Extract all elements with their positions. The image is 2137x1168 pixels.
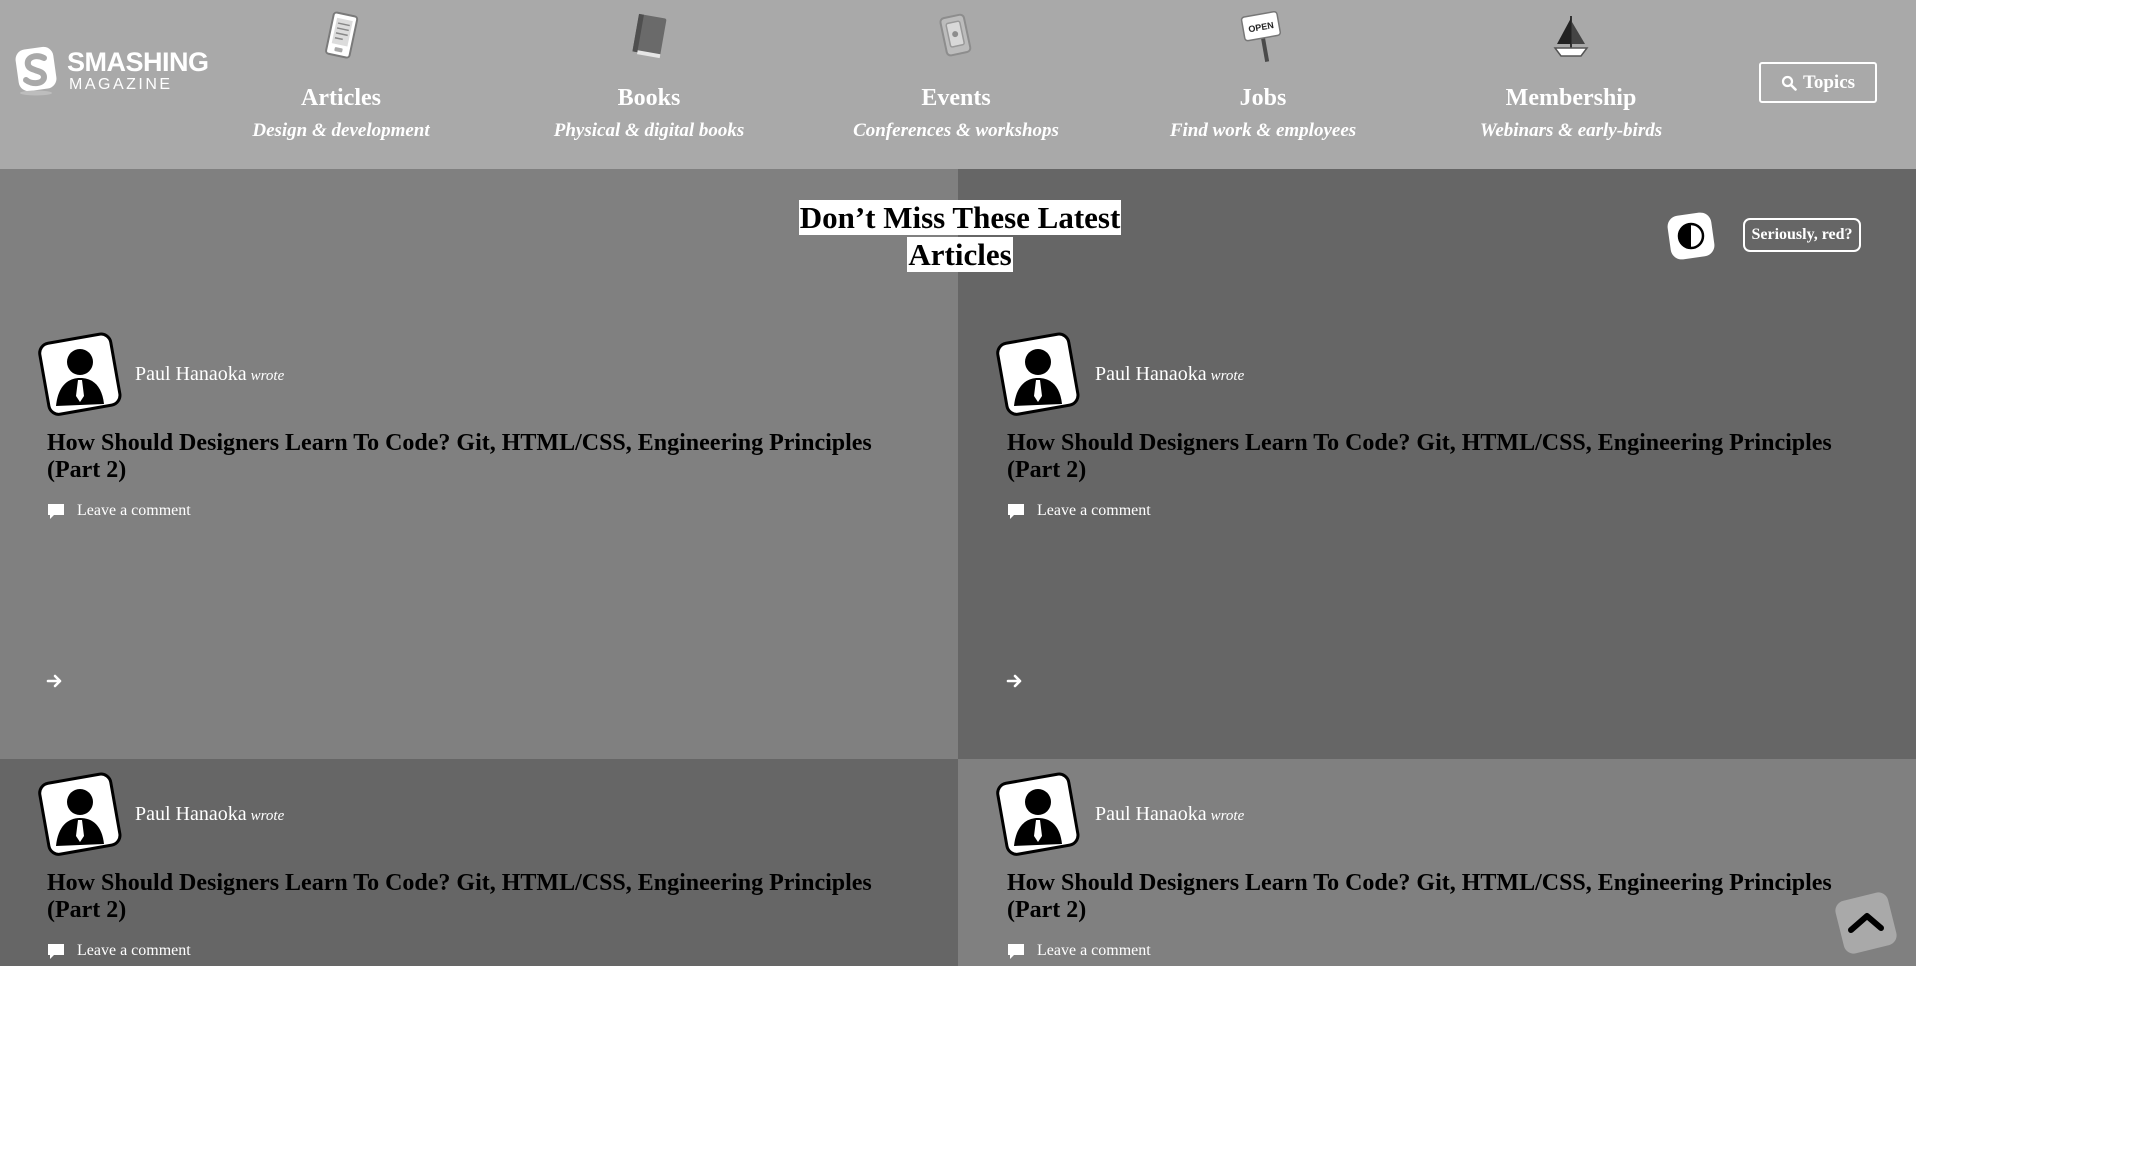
boat-icon	[1553, 16, 1589, 57]
nav-title: Jobs	[1239, 85, 1287, 111]
nav-title: Membership	[1505, 85, 1637, 111]
author-avatar-icon[interactable]	[38, 772, 124, 858]
ticket-icon	[939, 13, 972, 57]
author-avatar-icon[interactable]	[996, 772, 1082, 858]
author-name[interactable]: Paul Hanaoka	[1095, 803, 1207, 825]
comment-link[interactable]: Leave a comment	[47, 942, 191, 960]
author-line: Paul Hanaoka wrote	[1095, 804, 1244, 824]
comment-icon	[1008, 504, 1024, 519]
section-title-line-2: Articles	[907, 237, 1013, 272]
article-title[interactable]: How Should Designers Learn To Code? Git,…	[1007, 870, 1877, 924]
contrast-icon[interactable]	[1665, 210, 1717, 262]
comment-label: Leave a comment	[77, 502, 191, 519]
site-header: SMASHING MAGAZINE Articles Design & deve…	[0, 0, 1916, 169]
article-title[interactable]: How Should Designers Learn To Code? Git,…	[1007, 430, 1877, 484]
author-line: Paul Hanaoka wrote	[135, 804, 284, 824]
article-card: Paul Hanaoka wrote How Should Designers L…	[0, 319, 958, 759]
article-title[interactable]: How Should Designers Learn To Code? Git,…	[47, 870, 917, 924]
book-icon	[632, 13, 667, 59]
nav-item-jobs[interactable]: OPEN Jobs Find work & employees	[1113, 10, 1413, 150]
nav-subtitle: Design & development	[252, 120, 430, 141]
smashing-logo-icon	[15, 46, 57, 96]
nav-item-books[interactable]: Books Physical & digital books	[499, 10, 799, 150]
nav-subtitle: Webinars & early-birds	[1479, 120, 1663, 141]
nav-item-articles[interactable]: Articles Design & development	[191, 10, 491, 150]
nav-subtitle: Conferences & workshops	[853, 120, 1059, 141]
logo-wordmark: SMASHING	[67, 47, 209, 77]
ereader-icon	[325, 11, 359, 59]
section-title: Don’t Miss These Latest Articles	[758, 199, 1162, 273]
wrote-label: wrote	[250, 368, 285, 384]
comment-link[interactable]: Leave a comment	[47, 502, 191, 520]
arrow-right-icon[interactable]	[46, 672, 64, 690]
comment-icon	[48, 504, 64, 519]
article-card: Paul Hanaoka wrote How Should Designers L…	[958, 319, 1916, 759]
topics-button[interactable]: Topics	[1759, 62, 1877, 103]
section-title-line-1: Don’t Miss These Latest	[798, 200, 1122, 235]
comment-label: Leave a comment	[77, 942, 191, 959]
arrow-right-icon[interactable]	[1006, 672, 1024, 690]
seriously-red-button[interactable]: Seriously, red?	[1743, 218, 1861, 252]
nav-item-membership[interactable]: Membership Webinars & early-birds	[1421, 10, 1721, 150]
author-name[interactable]: Paul Hanaoka	[1095, 363, 1207, 385]
comment-label: Leave a comment	[1037, 942, 1151, 959]
open-sign-icon: OPEN	[1240, 10, 1282, 62]
comment-icon	[1008, 944, 1024, 959]
author-name[interactable]: Paul Hanaoka	[135, 803, 247, 825]
nav-title: Books	[617, 85, 681, 111]
scroll-to-top-icon[interactable]	[1833, 890, 1899, 956]
author-avatar-icon[interactable]	[996, 332, 1082, 418]
comment-icon	[48, 944, 64, 959]
nav-title: Events	[921, 85, 991, 111]
site-logo[interactable]: SMASHING MAGAZINE	[14, 46, 209, 106]
comment-link[interactable]: Leave a comment	[1007, 942, 1151, 960]
author-line: Paul Hanaoka wrote	[1095, 364, 1244, 384]
wrote-label: wrote	[1210, 808, 1245, 824]
topics-label: Topics	[1802, 71, 1856, 93]
author-avatar-icon[interactable]	[38, 332, 124, 418]
search-icon	[1781, 75, 1797, 91]
wrote-label: wrote	[250, 808, 285, 824]
article-card: Paul Hanaoka wrote How Should Designers L…	[958, 759, 1916, 966]
comment-label: Leave a comment	[1037, 502, 1151, 519]
article-card: Paul Hanaoka wrote How Should Designers L…	[0, 759, 958, 966]
logo-subtitle: MAGAZINE	[69, 76, 173, 93]
author-line: Paul Hanaoka wrote	[135, 364, 284, 384]
comment-link[interactable]: Leave a comment	[1007, 502, 1151, 520]
page-viewport: SMASHING MAGAZINE Articles Design & deve…	[0, 0, 1916, 966]
author-name[interactable]: Paul Hanaoka	[135, 363, 247, 385]
nav-subtitle: Physical & digital books	[553, 120, 745, 141]
wrote-label: wrote	[1210, 368, 1245, 384]
nav-item-events[interactable]: Events Conferences & workshops	[806, 10, 1106, 150]
nav-title: Articles	[301, 85, 381, 111]
article-title[interactable]: How Should Designers Learn To Code? Git,…	[47, 430, 917, 484]
nav-subtitle: Find work & employees	[1169, 120, 1357, 141]
